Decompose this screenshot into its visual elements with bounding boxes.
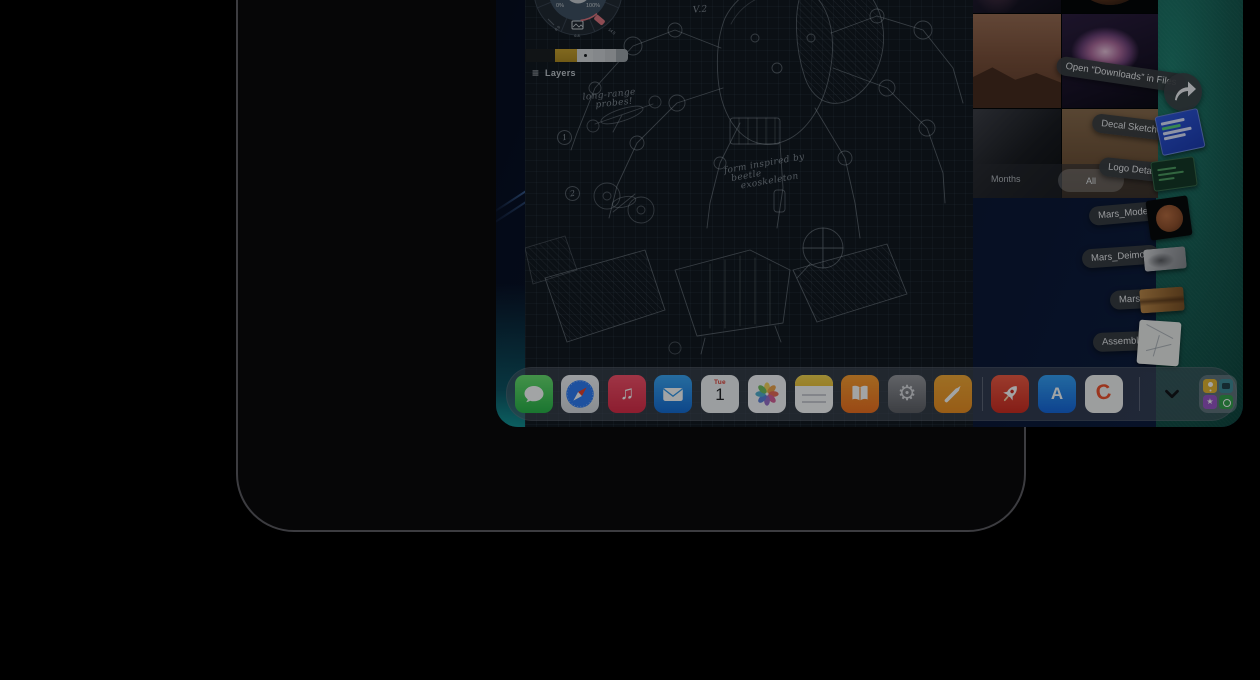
- concepts-c-icon: C: [1093, 375, 1114, 412]
- drag-thumb-mars[interactable]: [1139, 286, 1185, 313]
- dock-app-appstore[interactable]: A: [1038, 375, 1076, 413]
- dock-app-mail[interactable]: [654, 375, 692, 413]
- gear-icon: ⚙: [898, 382, 917, 405]
- size-bottom-label: 6.8: [574, 33, 580, 38]
- mini-app-tips-icon: [1203, 379, 1217, 393]
- photo-nebula-horsehead[interactable]: [973, 0, 1061, 13]
- blueprint-sketch-canvas[interactable]: [525, 0, 973, 427]
- dock-app-pages[interactable]: [934, 375, 972, 413]
- mini-app-clock-icon: [1219, 395, 1233, 409]
- drag-thumb-mars-model[interactable]: [1145, 195, 1192, 240]
- ipad-screen: connect to solar comms satellite V.2 lon…: [496, 0, 1243, 427]
- drag-thumb-mars-deimos[interactable]: [1143, 246, 1187, 272]
- dock-app-messages[interactable]: [515, 375, 553, 413]
- mini-app-camera-icon: [1219, 379, 1233, 393]
- dock: ♫ Tue 1: [506, 367, 1237, 421]
- layers-label: Layers: [545, 68, 576, 78]
- dock-app-books[interactable]: [841, 375, 879, 413]
- dock-app-calendar[interactable]: Tue 1: [701, 375, 739, 413]
- opacity-min-label: 0%: [556, 3, 564, 9]
- tab-all-label: All: [1058, 176, 1124, 186]
- drag-thumb-assembly[interactable]: [1137, 320, 1182, 367]
- dock-app-library[interactable]: ★: [1199, 375, 1237, 413]
- dock-app-safari[interactable]: [561, 375, 599, 413]
- photo-mars-planet[interactable]: [1062, 0, 1158, 13]
- swatch-dark-gray[interactable]: [616, 49, 628, 62]
- color-swatch-strip[interactable]: [525, 49, 628, 62]
- share-forward-button[interactable]: [1164, 73, 1202, 111]
- dock-hide-chevron-button[interactable]: [1153, 381, 1191, 407]
- envelope-icon: [660, 381, 686, 407]
- swatch-black[interactable]: [525, 49, 555, 62]
- concepts-app-window[interactable]: connect to solar comms satellite V.2 lon…: [525, 0, 973, 427]
- ipad-device: connect to solar comms satellite V.2 lon…: [236, 0, 1026, 532]
- opacity-max-label: 100%: [586, 3, 600, 9]
- pen-icon: [940, 381, 966, 407]
- tool-wheel[interactable]: 1.6 14.5 6.8 8.9 1.3 3.5: [528, 0, 628, 41]
- notes-line: [802, 394, 826, 396]
- mars-planet-image: [1071, 0, 1149, 5]
- dock-divider: [1139, 377, 1140, 411]
- dock-app-settings[interactable]: ⚙: [888, 375, 926, 413]
- chat-bubble-icon: [521, 382, 547, 406]
- drag-thumb-logo-detail[interactable]: [1150, 156, 1198, 192]
- open-book-icon: [847, 381, 873, 407]
- dock-app-concepts[interactable]: C: [1085, 375, 1123, 413]
- dock-app-photos[interactable]: [748, 375, 786, 413]
- swatch-gold[interactable]: [555, 49, 577, 62]
- appstore-a-icon: A: [1051, 384, 1063, 403]
- swatch-gray[interactable]: [605, 49, 616, 62]
- dock-app-music[interactable]: ♫: [608, 375, 646, 413]
- rocket-icon: [997, 381, 1023, 407]
- layers-button[interactable]: ≡ Layers: [532, 67, 576, 79]
- tab-months[interactable]: Months: [991, 174, 1021, 184]
- chevron-down-icon: [1161, 383, 1183, 405]
- calendar-day: 1: [701, 386, 739, 404]
- photo-mars-landscape[interactable]: [973, 14, 1061, 108]
- eraser-size-label: 14.5: [607, 27, 617, 36]
- page-background: connect to solar comms satellite V.2 lon…: [0, 0, 1260, 680]
- swatch-selected[interactable]: [577, 49, 593, 62]
- photos-flower-icon: [753, 380, 781, 408]
- share-arrow-icon: [1164, 73, 1202, 111]
- notes-line: [802, 401, 826, 403]
- dock-divider: [982, 377, 983, 411]
- mini-app-star-icon: ★: [1203, 395, 1217, 409]
- annotation-version: V.2: [693, 5, 708, 15]
- music-note-icon: ♫: [620, 383, 634, 404]
- swatch-light-gray[interactable]: [593, 49, 605, 62]
- dock-app-rocket[interactable]: [991, 375, 1029, 413]
- dock-app-notes[interactable]: [795, 375, 833, 413]
- safari-compass-icon: [565, 379, 595, 409]
- layers-icon: ≡: [532, 67, 539, 79]
